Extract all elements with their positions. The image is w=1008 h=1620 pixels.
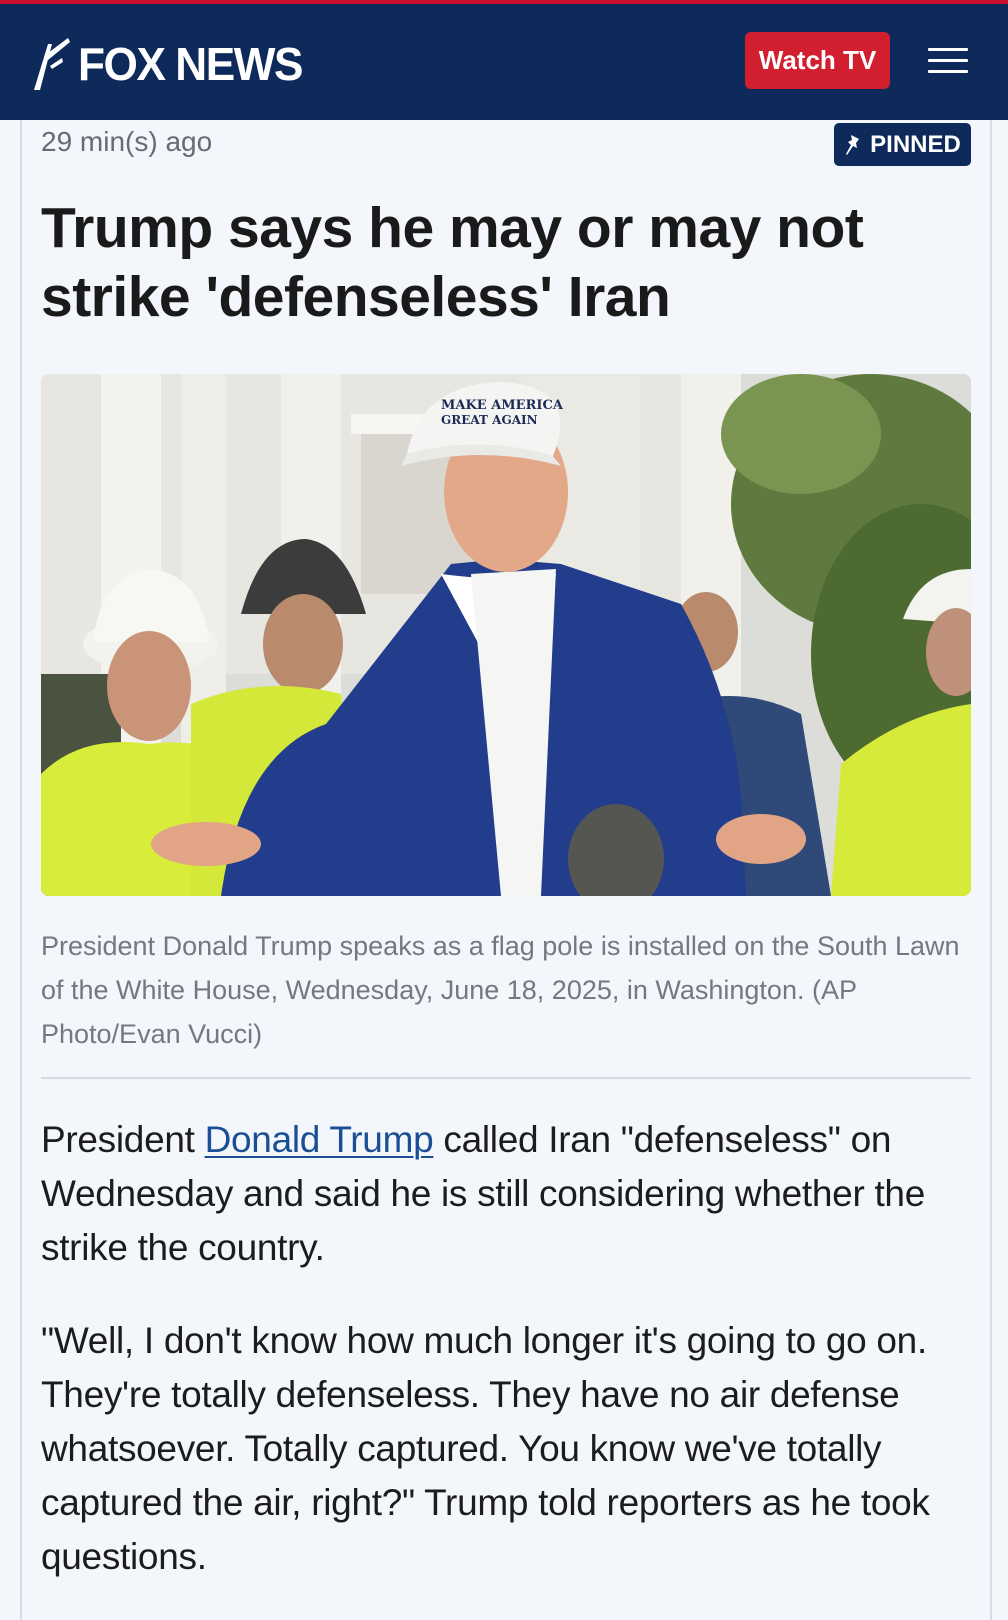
watch-tv-button[interactable]: Watch TV xyxy=(745,32,890,89)
pinned-badge: PINNED xyxy=(834,123,971,166)
fox-news-logo-mark-icon xyxy=(34,38,70,90)
photo-caption: President Donald Trump speaks as a flag … xyxy=(41,931,960,1049)
hat-text-1: MAKE AMERICA xyxy=(441,398,564,413)
news-photo: MAKE AMERICA GREAT AGAIN xyxy=(41,374,971,896)
pin-icon xyxy=(846,134,860,155)
site-header: FOX NEWS Watch TV xyxy=(0,0,1008,120)
hamburger-menu-icon[interactable] xyxy=(928,48,970,78)
hat-text-2: GREAT AGAIN xyxy=(441,413,538,427)
pinned-label: PINNED xyxy=(870,130,961,158)
para1-before: President xyxy=(41,1119,205,1160)
fox-news-logo[interactable]: FOX NEWS xyxy=(30,36,311,92)
logo-wordmark: FOX NEWS xyxy=(78,38,303,90)
section-divider xyxy=(41,1077,971,1079)
article-paragraph-2: "Well, I don't know how much longer it's… xyxy=(41,1320,930,1577)
article-card: 29 min(s) ago PINNED Trump says he may o… xyxy=(20,120,992,1620)
post-timestamp: 29 min(s) ago xyxy=(41,126,213,157)
article-photo[interactable]: MAKE AMERICA GREAT AGAIN xyxy=(41,374,971,896)
donald-trump-link[interactable]: Donald Trump xyxy=(205,1119,434,1160)
article-paragraph-1: President Donald Trump called Iran "defe… xyxy=(41,1113,976,1275)
article-headline: Trump says he may or may not strike 'def… xyxy=(41,196,864,329)
